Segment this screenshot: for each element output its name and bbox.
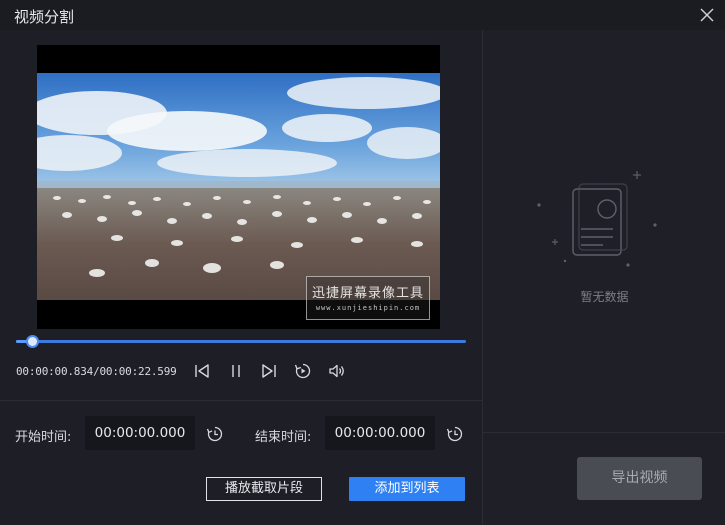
seek-bar[interactable] xyxy=(16,340,466,343)
title-bar: 视频分割 xyxy=(0,0,725,30)
empty-document-icon xyxy=(533,165,663,275)
editor-pane: 迅捷屏幕录像工具 www.xunjieshipin.com 00:00:00.8… xyxy=(0,30,482,525)
volume-icon[interactable] xyxy=(327,361,347,381)
skip-back-icon[interactable] xyxy=(192,361,212,381)
video-preview[interactable]: 迅捷屏幕录像工具 www.xunjieshipin.com xyxy=(37,45,440,329)
export-video-button[interactable]: 导出视频 xyxy=(577,457,702,500)
clock-reset-icon[interactable] xyxy=(206,425,224,443)
clock-reset-icon[interactable] xyxy=(446,425,464,443)
video-frame xyxy=(37,73,440,300)
start-time-label: 开始时间: xyxy=(15,430,72,445)
end-time-label: 结束时间: xyxy=(255,430,312,445)
watermark-title: 迅捷屏幕录像工具 xyxy=(311,286,424,301)
close-icon[interactable] xyxy=(697,5,717,25)
start-time-input[interactable]: 00:00:00.000 xyxy=(85,416,195,450)
skip-forward-icon[interactable] xyxy=(259,361,279,381)
panel-divider xyxy=(483,432,725,433)
empty-state-text: 暂无数据 xyxy=(580,290,629,304)
pause-icon[interactable] xyxy=(226,361,246,381)
seek-handle[interactable] xyxy=(26,335,40,348)
replay-icon[interactable] xyxy=(293,361,313,381)
end-time-input[interactable]: 00:00:00.000 xyxy=(325,416,435,450)
window-title: 视频分割 xyxy=(14,8,75,26)
time-display: 00:00:00.834/00:00:22.599 xyxy=(16,365,177,378)
add-to-list-button[interactable]: 添加到列表 xyxy=(349,477,465,501)
play-segment-button[interactable]: 播放截取片段 xyxy=(206,477,322,501)
watermark: 迅捷屏幕录像工具 www.xunjieshipin.com xyxy=(306,276,430,320)
segment-list-panel: 暂无数据 导出视频 xyxy=(482,30,725,525)
section-divider xyxy=(0,400,482,401)
watermark-url: www.xunjieshipin.com xyxy=(315,304,421,312)
